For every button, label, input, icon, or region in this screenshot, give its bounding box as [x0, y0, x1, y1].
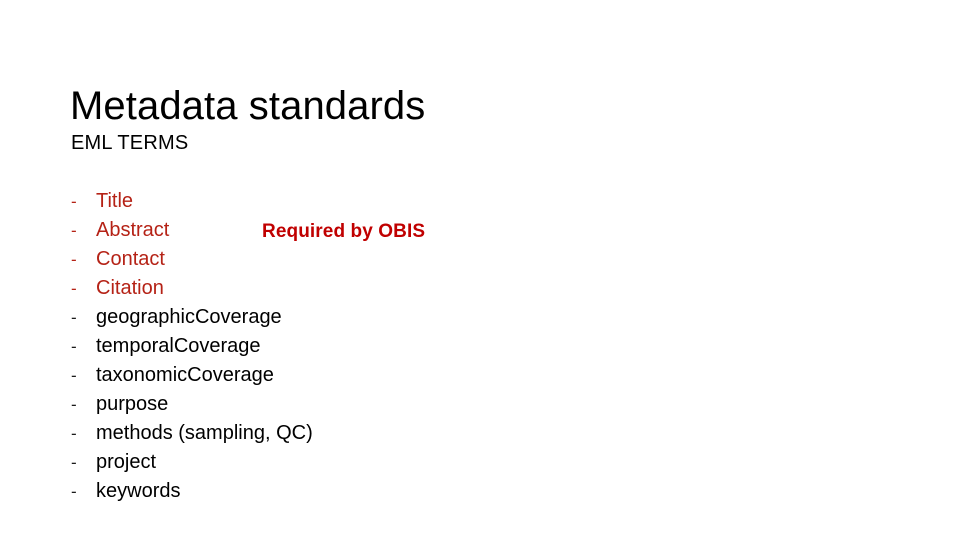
- page-title: Metadata standards: [70, 83, 426, 128]
- bullet-dash-icon: -: [71, 308, 77, 327]
- list-item: - purpose: [71, 390, 491, 419]
- list-item: - geographicCoverage: [71, 303, 491, 332]
- list-item-label: Contact: [96, 248, 165, 270]
- list-item: - temporalCoverage: [71, 332, 491, 361]
- bullet-dash-icon: -: [71, 192, 77, 211]
- list-item: - project: [71, 448, 491, 477]
- required-by-obis-callout: Required by OBIS: [262, 221, 426, 242]
- bullet-dash-icon: -: [71, 221, 77, 240]
- list-item: - keywords: [71, 477, 491, 506]
- list-item-label: temporalCoverage: [96, 335, 261, 357]
- bullet-dash-icon: -: [71, 250, 77, 269]
- list-item-label: keywords: [96, 480, 181, 502]
- section-subheading: EML TERMS: [71, 132, 189, 154]
- bullet-dash-icon: -: [71, 395, 77, 414]
- list-item-label: geographicCoverage: [96, 306, 282, 328]
- bullet-dash-icon: -: [71, 453, 77, 472]
- bullet-dash-icon: -: [71, 337, 77, 356]
- list-item-label: taxonomicCoverage: [96, 364, 274, 386]
- list-item-label: Citation: [96, 277, 164, 299]
- bullet-dash-icon: -: [71, 482, 77, 501]
- bullet-dash-icon: -: [71, 424, 77, 443]
- slide-canvas: Metadata standards EML TERMS - Title - Abst…: [0, 0, 960, 540]
- list-item-label: Abstract: [96, 219, 170, 241]
- list-item-label: Title: [96, 190, 134, 212]
- list-item: - Contact: [71, 245, 491, 274]
- list-item-label: project: [96, 451, 157, 473]
- list-item-label: methods (sampling, QC): [96, 422, 313, 444]
- list-item: - Title: [71, 187, 491, 216]
- list-item: - Citation: [71, 274, 491, 303]
- list-item: - taxonomicCoverage: [71, 361, 491, 390]
- bullet-dash-icon: -: [71, 366, 77, 385]
- list-item: - methods (sampling, QC): [71, 419, 491, 448]
- bullet-dash-icon: -: [71, 279, 77, 298]
- list-item-label: purpose: [96, 393, 169, 415]
